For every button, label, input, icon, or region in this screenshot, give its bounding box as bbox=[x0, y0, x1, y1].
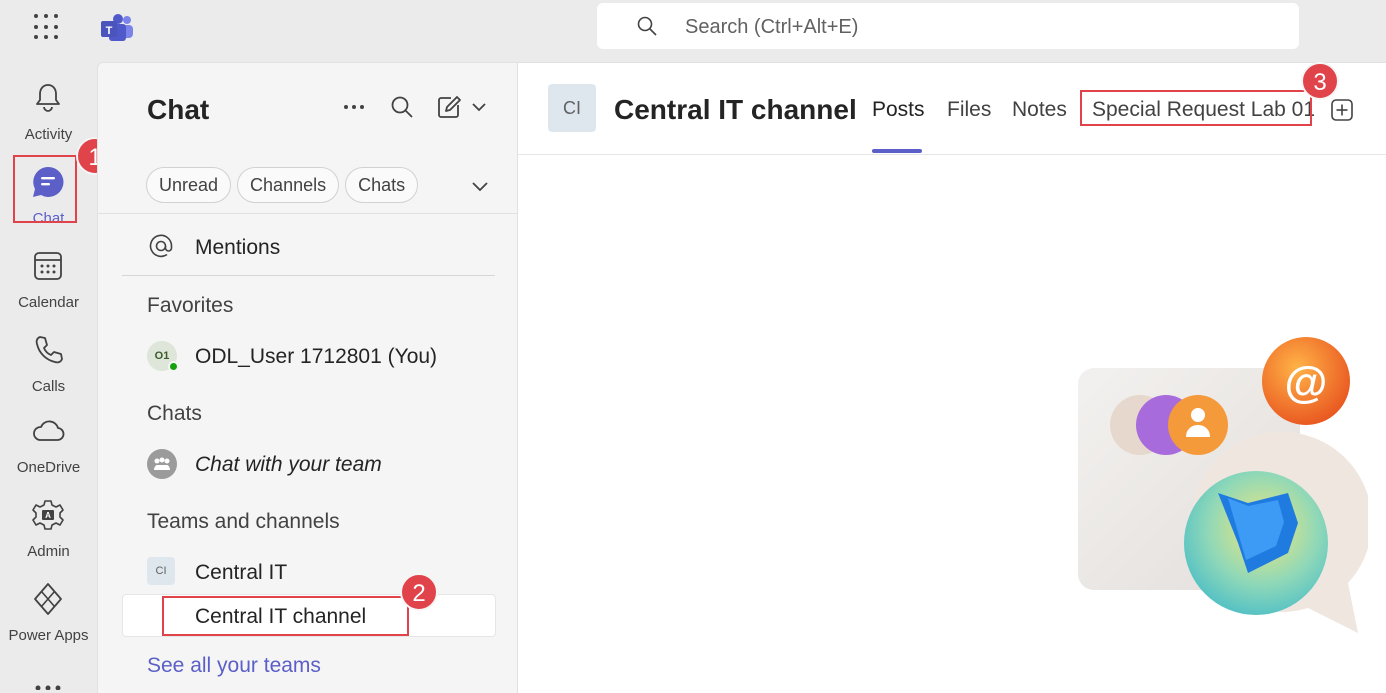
section-teams[interactable]: Teams and channels bbox=[147, 510, 340, 534]
mentions-row[interactable]: Mentions bbox=[195, 236, 280, 260]
cloud-icon bbox=[33, 420, 65, 441]
active-tab-indicator bbox=[872, 149, 922, 153]
channel-title: Central IT channel bbox=[614, 94, 857, 125]
chat-pane-title: Chat bbox=[147, 94, 210, 125]
rail-label: Admin bbox=[27, 543, 70, 560]
search-icon[interactable] bbox=[390, 95, 414, 119]
step-badge: 2 bbox=[400, 573, 438, 611]
step-badge: 3 bbox=[1301, 62, 1339, 100]
online-status-icon bbox=[168, 361, 179, 372]
rail-label: Calendar bbox=[18, 294, 79, 311]
tab-notes[interactable]: Notes bbox=[1012, 98, 1067, 122]
tab-posts[interactable]: Posts bbox=[872, 98, 925, 122]
rail-label: OneDrive bbox=[16, 459, 81, 476]
empty-channel-illustration: @ bbox=[1078, 337, 1368, 633]
phone-icon bbox=[35, 336, 63, 364]
filter-channels[interactable]: Channels bbox=[237, 167, 340, 203]
rail-label: Calls bbox=[31, 378, 66, 395]
favorite-user-row[interactable]: ODL_User 1712801 (You) bbox=[195, 345, 437, 369]
svg-text:A: A bbox=[45, 511, 51, 520]
new-chat-icon[interactable] bbox=[437, 95, 489, 119]
svg-text:T: T bbox=[106, 25, 113, 37]
rail-label: Power Apps bbox=[8, 627, 89, 644]
rail-item-onedrive[interactable]: OneDrive bbox=[0, 405, 97, 485]
team-avatar: CI bbox=[147, 557, 175, 585]
bell-icon bbox=[36, 84, 60, 112]
divider bbox=[98, 213, 518, 214]
rail-item-calendar[interactable]: Calendar bbox=[0, 240, 97, 320]
teams-logo-icon: T bbox=[101, 14, 133, 41]
divider bbox=[122, 275, 495, 276]
rail-item-power-apps[interactable]: Power Apps bbox=[0, 573, 97, 653]
calendar-icon bbox=[34, 252, 62, 280]
filter-chips: Unread Channels Chats bbox=[146, 167, 419, 203]
highlight-box-tab bbox=[1080, 90, 1312, 126]
section-chats[interactable]: Chats bbox=[147, 402, 202, 426]
search-placeholder: Search (Ctrl+Alt+E) bbox=[685, 16, 859, 38]
divider bbox=[518, 154, 1386, 155]
app-launcher-icon[interactable] bbox=[34, 14, 60, 40]
team-group-icon bbox=[147, 449, 177, 479]
highlight-box-channel bbox=[162, 596, 409, 636]
search-icon bbox=[637, 16, 657, 36]
section-favorites[interactable]: Favorites bbox=[147, 294, 233, 318]
search-box[interactable]: Search (Ctrl+Alt+E) bbox=[597, 3, 1299, 49]
more-options-icon[interactable] bbox=[343, 95, 365, 117]
filter-unread[interactable]: Unread bbox=[146, 167, 232, 203]
channel-view: CI Central IT channel Posts Files Notes … bbox=[518, 62, 1386, 693]
highlight-box-chat bbox=[13, 155, 77, 223]
see-all-teams-link[interactable]: See all your teams bbox=[147, 654, 321, 678]
admin-gear-icon: A bbox=[32, 500, 64, 530]
tab-files[interactable]: Files bbox=[947, 98, 991, 122]
title-bar: T Search (Ctrl+Alt+E) bbox=[0, 0, 1386, 62]
add-tab-icon[interactable] bbox=[1331, 99, 1353, 121]
mention-icon bbox=[149, 234, 173, 258]
chat-with-team-row[interactable]: Chat with your team bbox=[195, 453, 382, 477]
filter-chats[interactable]: Chats bbox=[345, 167, 419, 203]
rail-item-admin[interactable]: A Admin bbox=[0, 489, 97, 569]
chevron-down-icon[interactable] bbox=[471, 180, 489, 192]
power-apps-icon bbox=[34, 583, 62, 615]
team-row[interactable]: Central IT bbox=[195, 561, 287, 585]
channel-avatar: CI bbox=[548, 84, 596, 132]
rail-item-calls[interactable]: Calls bbox=[0, 324, 97, 404]
more-apps-icon[interactable] bbox=[33, 682, 63, 690]
svg-text:@: @ bbox=[1285, 358, 1328, 407]
